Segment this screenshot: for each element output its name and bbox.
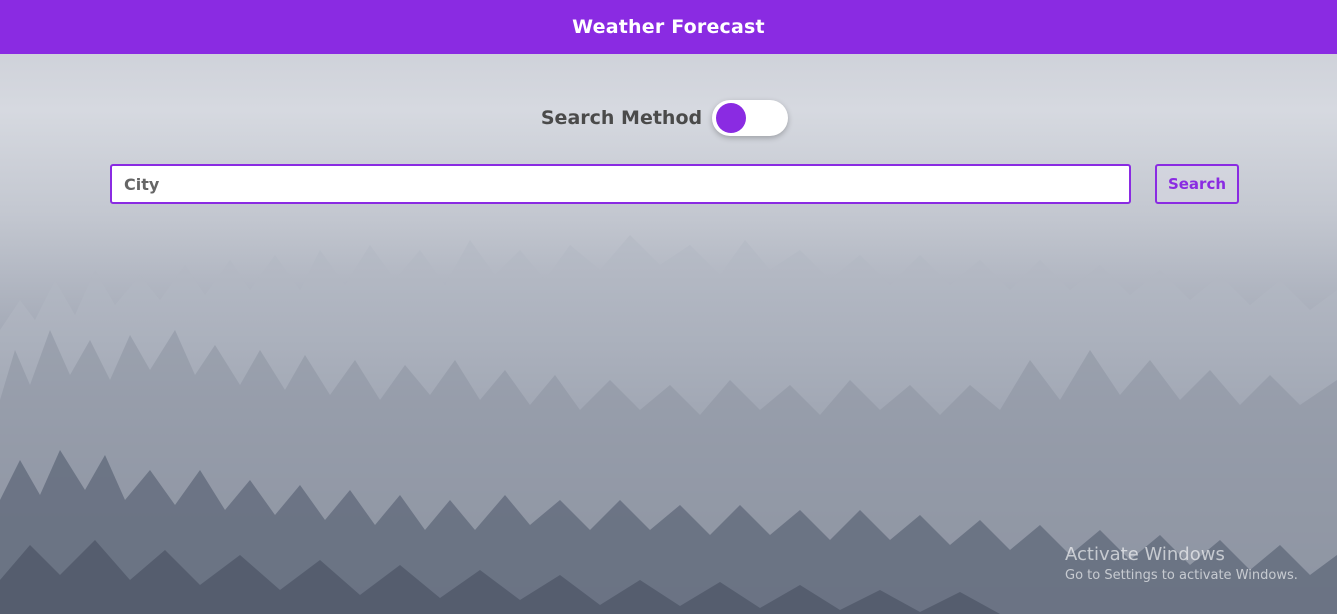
watermark-title: Activate Windows bbox=[1065, 544, 1225, 565]
forest-silhouette-image bbox=[0, 235, 1337, 614]
search-method-toggle[interactable] bbox=[712, 100, 789, 136]
search-method-label: Search Method bbox=[540, 107, 703, 129]
watermark-subtitle: Go to Settings to activate Windows. bbox=[1065, 568, 1298, 583]
city-search-input[interactable] bbox=[110, 164, 1131, 204]
app-title: Weather Forecast bbox=[572, 16, 765, 38]
search-button[interactable]: Search bbox=[1155, 164, 1239, 204]
toggle-knob bbox=[716, 103, 747, 133]
app-header: Weather Forecast bbox=[0, 0, 1337, 54]
search-method-row: Search Method bbox=[0, 100, 1337, 136]
app-window: Weather Forecast Search Method Search Ac… bbox=[0, 0, 1337, 614]
activate-windows-watermark: Activate Windows Go to Settings to activ… bbox=[1065, 544, 1298, 585]
